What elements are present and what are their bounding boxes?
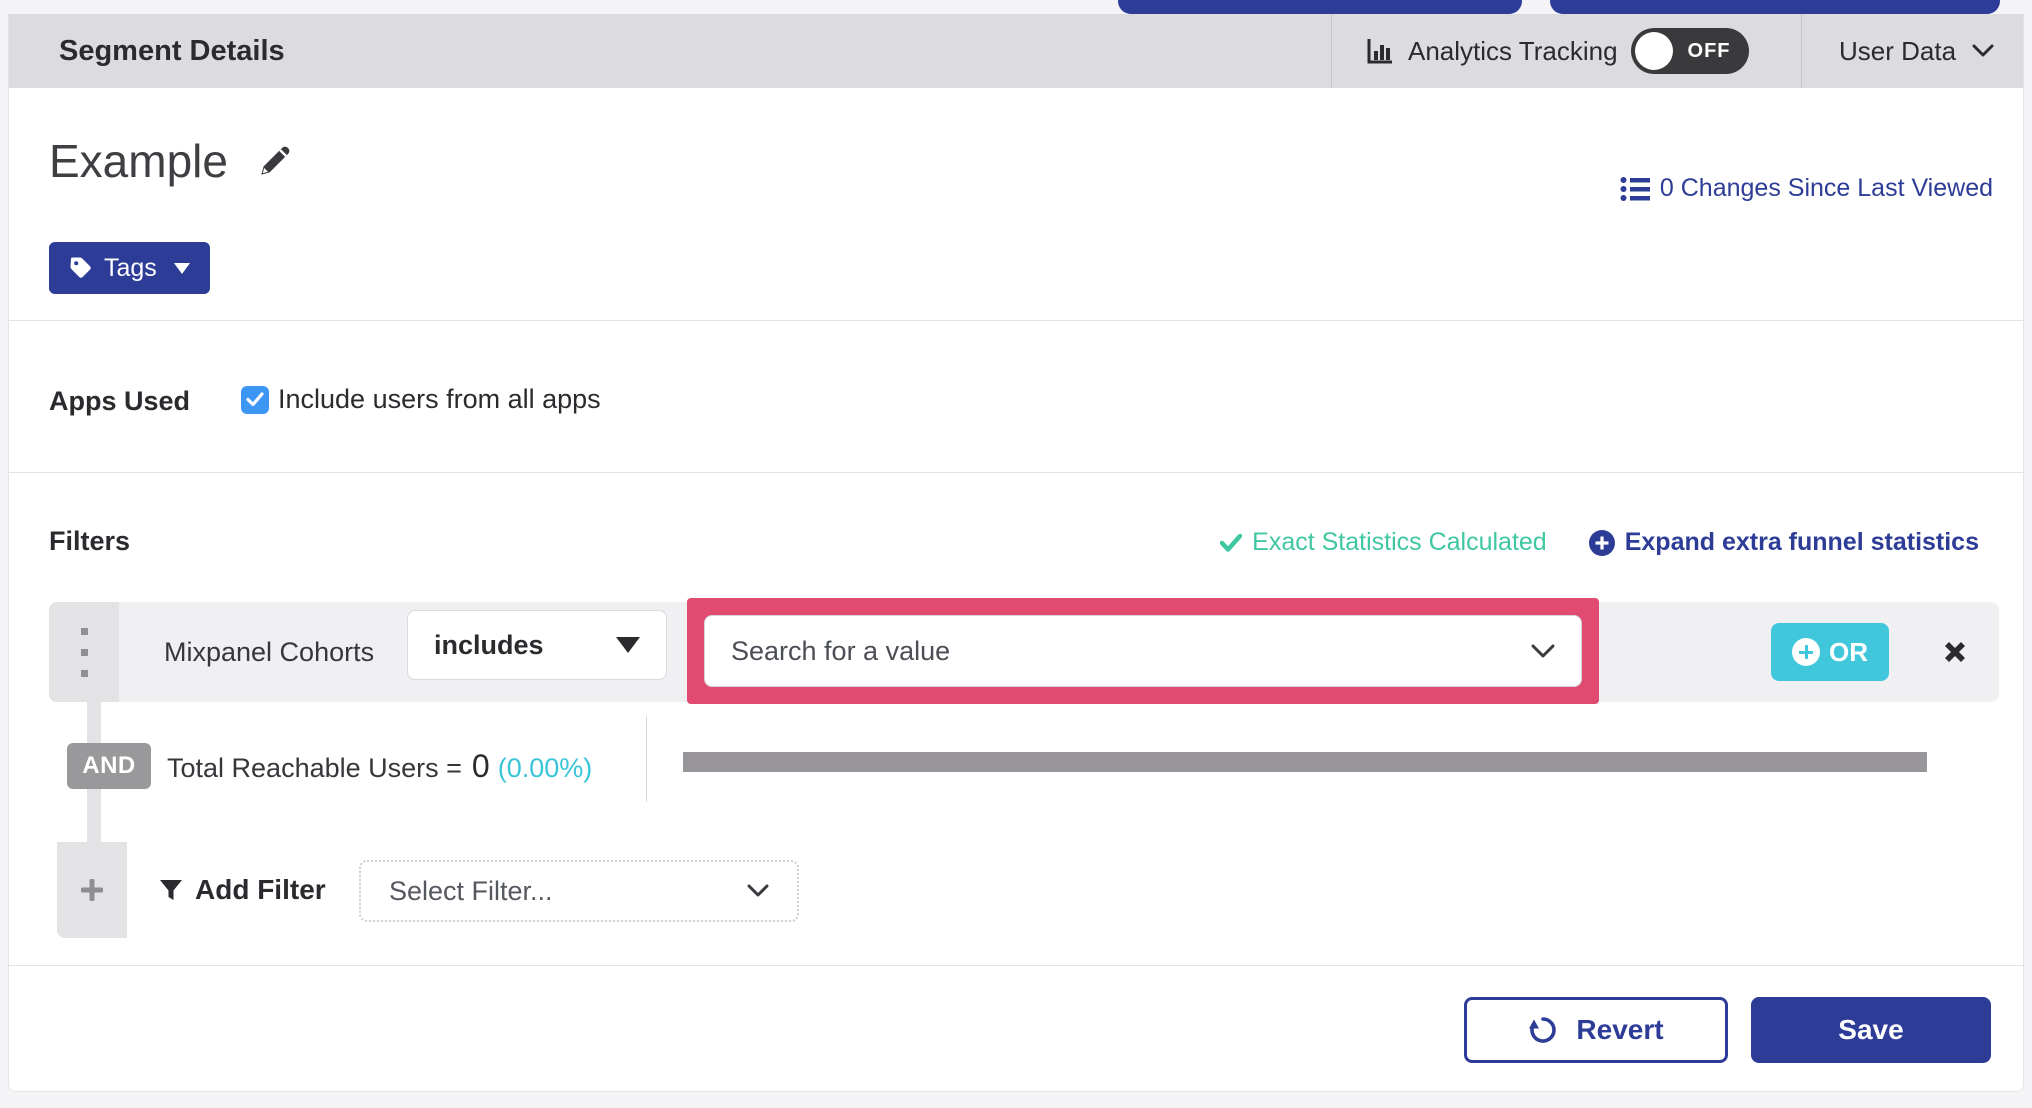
- segment-name-row: Example: [49, 134, 296, 188]
- filter-row: Mixpanel Cohorts includes Search for a v…: [49, 598, 1999, 704]
- drag-dot: [80, 648, 88, 656]
- tag-icon: [69, 256, 93, 280]
- select-filter-dropdown[interactable]: Select Filter...: [359, 860, 799, 922]
- add-or-condition-button[interactable]: OR: [1771, 623, 1889, 681]
- tags-button-label: Tags: [104, 253, 157, 282]
- section-divider: [9, 320, 2023, 321]
- header-divider: [1331, 14, 1332, 88]
- total-reachable-value: 0: [471, 748, 490, 784]
- segment-name: Example: [49, 135, 228, 187]
- highlight-annotation-box: Search for a value: [687, 598, 1599, 704]
- cropped-top-button-right[interactable]: [1550, 0, 2000, 14]
- exact-statistics-label: Exact Statistics Calculated: [1252, 528, 1547, 556]
- section-divider: [9, 472, 2023, 473]
- vertical-divider: [646, 716, 647, 802]
- caret-down-icon: [173, 262, 190, 274]
- edit-pencil-icon[interactable]: [254, 140, 296, 182]
- change-list-icon: [1620, 176, 1650, 202]
- include-all-apps-label: Include users from all apps: [278, 384, 601, 414]
- segment-details-card: Segment Details Analytics Tracking OFF U…: [8, 14, 2024, 1092]
- save-button[interactable]: Save: [1751, 997, 1991, 1063]
- filters-heading: Filters: [49, 526, 131, 556]
- filter-value-placeholder: Search for a value: [731, 635, 951, 666]
- section-divider: [9, 965, 2023, 966]
- expand-funnel-statistics-label: Expand extra funnel statistics: [1624, 528, 1979, 556]
- revert-button-label: Revert: [1576, 1014, 1664, 1045]
- include-all-apps-row: Include users from all apps: [241, 384, 601, 415]
- add-filter-plus-column[interactable]: [57, 842, 127, 938]
- add-filter-label-row: Add Filter: [159, 842, 326, 938]
- check-icon: [1220, 533, 1243, 552]
- analytics-tracking-label: Analytics Tracking: [1408, 35, 1618, 66]
- total-reachable-users: Total Reachable Users = 0 (0.00%): [167, 748, 592, 785]
- save-button-label: Save: [1838, 1014, 1904, 1045]
- filters-status-links: Exact Statistics Calculated Expand extra…: [1220, 528, 1979, 557]
- add-filter-label: Add Filter: [195, 874, 326, 905]
- reachable-users-bar: [683, 752, 1927, 772]
- user-data-dropdown[interactable]: User Data: [1839, 14, 1994, 88]
- page-title: Segment Details: [59, 34, 285, 67]
- filter-operator-select[interactable]: includes: [407, 610, 667, 680]
- chevron-down-icon: [1972, 44, 1994, 58]
- or-button-label: OR: [1829, 636, 1868, 667]
- changes-link-label: 0 Changes Since Last Viewed: [1659, 174, 1993, 202]
- select-filter-placeholder: Select Filter...: [389, 875, 553, 906]
- cropped-top-button-left[interactable]: [1118, 0, 1522, 14]
- filter-operator-value: includes: [434, 629, 544, 660]
- and-operator-badge: AND: [67, 743, 151, 789]
- toggle-state-label: OFF: [1687, 39, 1731, 62]
- user-data-label: User Data: [1839, 35, 1957, 66]
- filter-value-select[interactable]: Search for a value: [704, 615, 1582, 687]
- filter-drag-handle[interactable]: [49, 602, 119, 702]
- header-divider: [1801, 14, 1802, 88]
- bar-chart-icon: [1365, 36, 1395, 66]
- funnel-icon: [159, 878, 183, 902]
- caret-down-icon: [616, 637, 640, 653]
- apps-used-label: Apps Used: [49, 386, 191, 416]
- card-header-bar: Segment Details Analytics Tracking OFF U…: [9, 14, 2023, 88]
- include-all-apps-checkbox[interactable]: [241, 385, 269, 414]
- plus-circle-icon: [1792, 638, 1820, 666]
- remove-filter-button[interactable]: [1925, 602, 1985, 702]
- total-reachable-label: Total Reachable Users =: [167, 753, 462, 783]
- exact-statistics-status: Exact Statistics Calculated: [1220, 528, 1547, 557]
- analytics-tracking-toggle[interactable]: OFF: [1630, 28, 1749, 74]
- chevron-down-icon: [747, 884, 769, 898]
- drag-dot: [80, 627, 88, 635]
- expand-funnel-statistics-link[interactable]: Expand extra funnel statistics: [1588, 528, 1979, 557]
- changes-since-last-viewed-link[interactable]: 0 Changes Since Last Viewed: [1620, 174, 1993, 203]
- segment-details-page: Segment Details Analytics Tracking OFF U…: [0, 0, 2032, 1108]
- tags-button[interactable]: Tags: [49, 242, 210, 294]
- analytics-tracking-control: Analytics Tracking OFF: [1365, 14, 1749, 88]
- revert-icon: [1528, 1015, 1558, 1045]
- filter-name: Mixpanel Cohorts: [164, 636, 375, 667]
- toggle-knob: [1634, 32, 1673, 70]
- drag-dot: [80, 669, 88, 677]
- revert-button[interactable]: Revert: [1464, 997, 1728, 1063]
- chevron-down-icon: [1531, 644, 1555, 659]
- total-reachable-percent: (0.00%): [497, 753, 593, 783]
- plus-circle-icon: [1588, 529, 1615, 556]
